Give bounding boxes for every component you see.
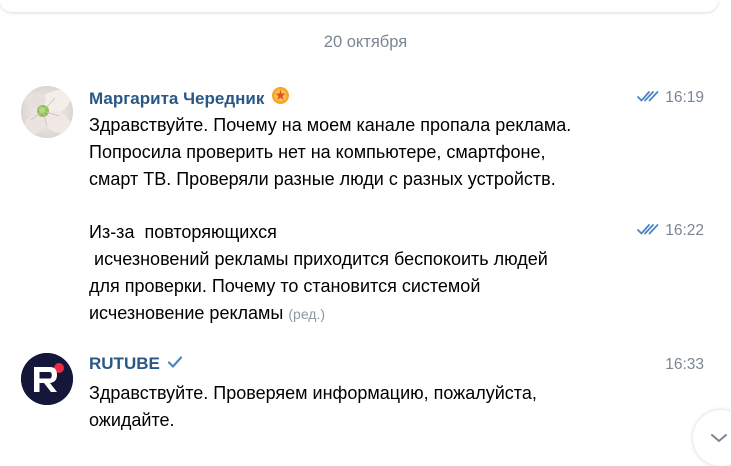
date-separator: 20 октября: [323, 33, 408, 51]
message-time: 16:22: [665, 222, 704, 239]
verified-check-icon: [167, 353, 183, 375]
message-author[interactable]: Маргарита Чередник: [89, 86, 290, 111]
scroll-down-button[interactable]: [693, 410, 731, 466]
author-name[interactable]: Маргарита Чередник: [89, 88, 264, 110]
author-name[interactable]: RUTUBE: [89, 353, 160, 375]
double-check-icon: [637, 89, 659, 107]
donut-badge-icon: [271, 86, 290, 111]
double-check-icon: [637, 222, 659, 240]
message-time-row: 16:19: [637, 89, 704, 107]
message-time: 16:19: [665, 89, 704, 106]
avatar[interactable]: [21, 353, 73, 405]
edited-label: (ред.): [288, 306, 326, 322]
message-time-row: 16:33: [665, 356, 704, 374]
avatar[interactable]: [21, 86, 73, 138]
message-text: Здравствуйте. Проверяем информацию, пожа…: [89, 383, 537, 430]
previous-message-card: [0, 0, 718, 12]
message-time: 16:33: [665, 356, 704, 373]
message-text: Из-за повторяющихся исчезновений рекламы…: [89, 219, 634, 328]
message-time-row: 16:22: [637, 222, 704, 240]
message-author[interactable]: RUTUBE: [89, 353, 183, 375]
message-text: Здравствуйте. Почему на моем канале проп…: [89, 115, 572, 189]
